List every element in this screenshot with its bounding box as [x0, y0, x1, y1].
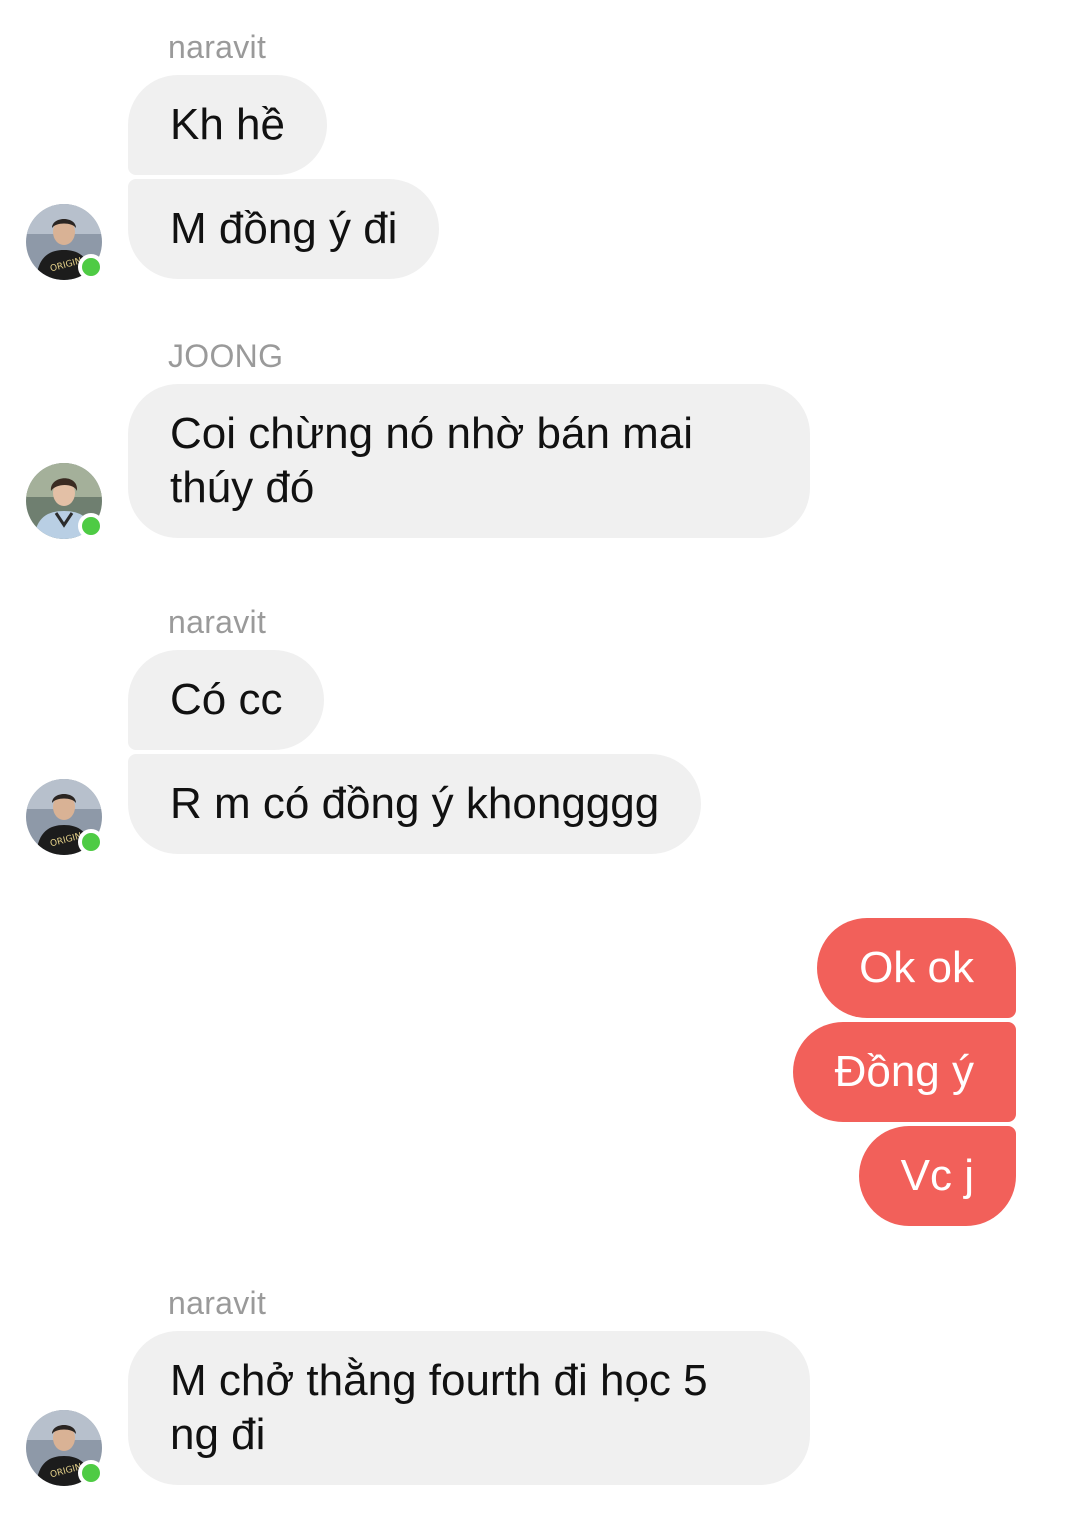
message-bubble-incoming[interactable]: Kh hề — [128, 75, 327, 175]
avatar-naravit[interactable]: ORIGIN — [26, 779, 104, 855]
online-status-dot — [78, 829, 104, 855]
message-bubble-outgoing[interactable]: Vc j — [858, 1126, 1016, 1226]
avatar-joong[interactable] — [26, 463, 104, 539]
sender-name: naravit — [168, 604, 267, 640]
online-status-dot — [78, 513, 104, 539]
message-bubble-incoming[interactable]: M chở thằng fourth đi học 5 ng đi — [128, 1331, 810, 1485]
online-status-dot — [78, 254, 104, 280]
message-bubble-incoming[interactable]: Có cc — [128, 650, 325, 750]
avatar-naravit[interactable]: ORIGIN — [26, 1410, 104, 1486]
sender-name: JOONG — [168, 338, 284, 374]
sender-name: naravit — [168, 1285, 267, 1321]
sender-name: naravit — [168, 29, 267, 65]
message-bubble-outgoing[interactable]: Đồng ý — [792, 1022, 1016, 1122]
avatar-naravit[interactable]: ORIGIN — [26, 204, 104, 280]
message-bubble-incoming[interactable]: M đồng ý đi — [128, 179, 440, 279]
message-bubble-outgoing[interactable]: Ok ok — [817, 918, 1016, 1018]
message-bubble-incoming[interactable]: Coi chừng nó nhờ bán mai thúy đó — [128, 384, 810, 538]
online-status-dot — [78, 1460, 104, 1486]
message-bubble-incoming[interactable]: R m có đồng ý khongggg — [128, 754, 702, 854]
